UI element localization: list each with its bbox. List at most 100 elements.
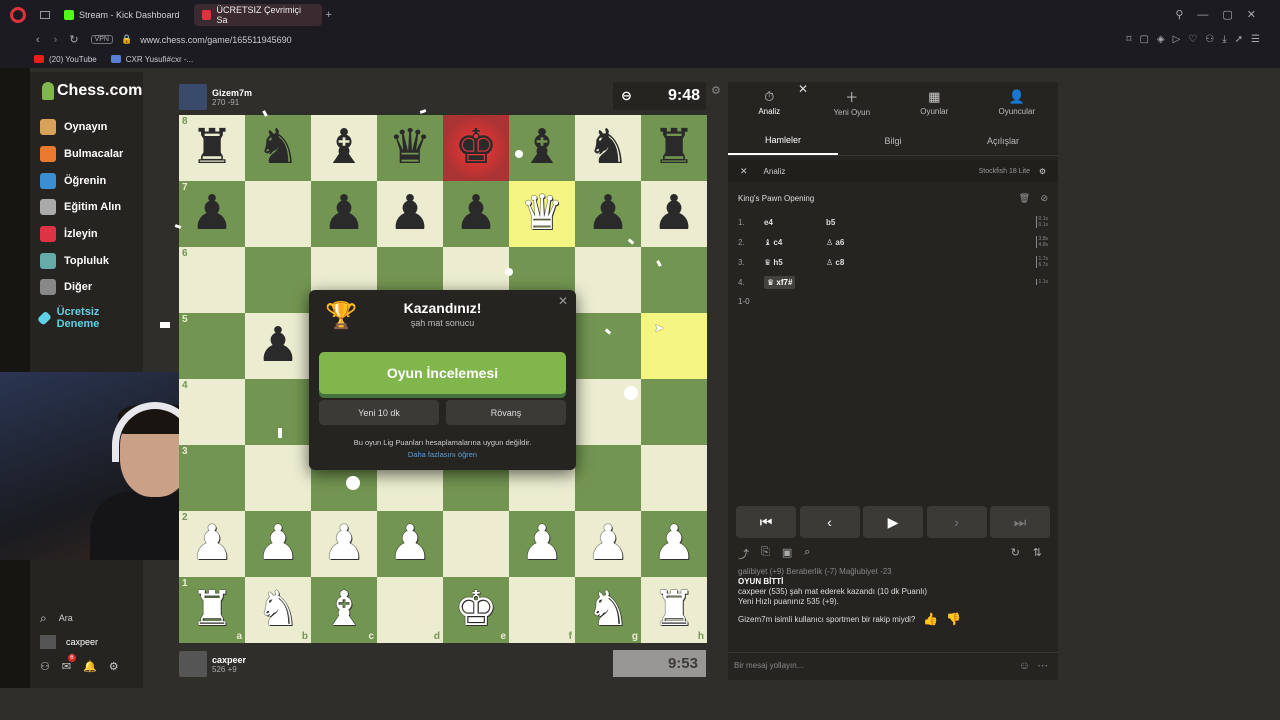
black-pawn-icon[interactable]: ♟ bbox=[388, 190, 431, 238]
share-icon[interactable]: ⤴ bbox=[738, 546, 749, 562]
white-move[interactable]: ♛ xf7# bbox=[764, 275, 796, 289]
square-g7[interactable]: ♟ bbox=[575, 181, 641, 247]
square-d2[interactable]: ♟ bbox=[377, 511, 443, 577]
bottom-player-avatar[interactable] bbox=[179, 651, 207, 677]
white-pawn-icon[interactable]: ♟ bbox=[322, 520, 365, 568]
close-icon[interactable]: ✕ bbox=[558, 294, 568, 308]
tab-games[interactable]: ▦ Oyunlar bbox=[893, 82, 976, 122]
square-h6[interactable] bbox=[641, 247, 707, 313]
tab-chess[interactable]: ÜCRETSIZ Çevrimiçi Sa bbox=[193, 3, 322, 26]
square-h8[interactable]: ♜ bbox=[641, 115, 707, 181]
square-h2[interactable]: ♟ bbox=[641, 511, 707, 577]
rematch-button[interactable]: Rövanş bbox=[446, 400, 566, 425]
square-c1[interactable]: c ♝ bbox=[311, 577, 377, 643]
black-pawn-icon[interactable]: ♟ bbox=[190, 190, 233, 238]
block-icon[interactable]: ⊘ bbox=[1040, 193, 1048, 204]
white-rook-icon[interactable]: ♜ bbox=[652, 586, 695, 634]
white-move[interactable]: ♛ h5 bbox=[764, 258, 826, 267]
square-c8[interactable]: ♝ bbox=[311, 115, 377, 181]
square-c7[interactable]: ♟ bbox=[311, 181, 377, 247]
next-move-button[interactable]: › bbox=[926, 506, 987, 538]
last-move-button[interactable]: ⏭ bbox=[990, 506, 1050, 538]
square-c2[interactable]: ♟ bbox=[311, 511, 377, 577]
square-g3[interactable] bbox=[575, 445, 641, 511]
tab-moves[interactable]: Hamleler bbox=[728, 126, 838, 155]
white-pawn-icon[interactable]: ♟ bbox=[388, 520, 431, 568]
black-move[interactable]: b5 bbox=[826, 218, 888, 227]
black-pawn-icon[interactable]: ♟ bbox=[454, 190, 497, 238]
black-bishop-icon[interactable]: ♝ bbox=[520, 124, 563, 172]
bell-icon[interactable]: 🔔 bbox=[83, 660, 109, 673]
black-rook-icon[interactable]: ♜ bbox=[652, 124, 695, 172]
square-e1[interactable]: e ♚ bbox=[443, 577, 509, 643]
square-b6[interactable] bbox=[245, 247, 311, 313]
engine-settings-icon[interactable]: ⚙ bbox=[1039, 167, 1046, 176]
sidebar-item-more[interactable]: Diğer bbox=[40, 274, 140, 301]
black-knight-icon[interactable]: ♞ bbox=[586, 124, 629, 172]
bookmark-cxr[interactable]: CXR Yusufi#cxr -... bbox=[110, 55, 193, 64]
game-review-button[interactable]: Oyun İncelemesi bbox=[319, 352, 566, 394]
square-a2[interactable]: 2 ♟ bbox=[179, 511, 245, 577]
tab-players[interactable]: 👤 Oyuncular bbox=[976, 82, 1059, 122]
square-h3[interactable] bbox=[641, 445, 707, 511]
square-f8[interactable]: ♝ bbox=[509, 115, 575, 181]
white-pawn-icon[interactable]: ♟ bbox=[190, 520, 233, 568]
square-b3[interactable] bbox=[245, 445, 311, 511]
friends-icon[interactable]: ⚇ bbox=[40, 660, 62, 673]
white-move[interactable]: ♝ c4 bbox=[764, 238, 826, 247]
black-pawn-icon[interactable]: ♟ bbox=[652, 190, 695, 238]
download-icon[interactable]: ⎘ bbox=[761, 546, 770, 562]
square-g8[interactable]: ♞ bbox=[575, 115, 641, 181]
sidebar-item-watch[interactable]: İzleyin bbox=[40, 221, 140, 248]
white-pawn-icon[interactable]: ♟ bbox=[256, 520, 299, 568]
white-bishop-icon[interactable]: ♝ bbox=[322, 586, 365, 634]
black-pawn-icon[interactable]: ♟ bbox=[322, 190, 365, 238]
flip-board-icon[interactable]: ⇅ bbox=[1033, 546, 1042, 559]
tab-kick-dashboard[interactable]: Stream - Kick Dashboard bbox=[56, 4, 188, 26]
square-f2[interactable]: ♟ bbox=[509, 511, 575, 577]
square-d8[interactable]: ♛ bbox=[377, 115, 443, 181]
square-e8[interactable]: ♚ bbox=[443, 115, 509, 181]
square-h5[interactable] bbox=[641, 313, 707, 379]
square-a7[interactable]: 7 ♟ bbox=[179, 181, 245, 247]
black-pawn-icon[interactable]: ♟ bbox=[586, 190, 629, 238]
reload-icon[interactable]: ↻ bbox=[69, 33, 78, 46]
sidebar-icons[interactable]: ⚇ ✉ 6 🔔 ⚙ bbox=[40, 653, 140, 678]
workspace-icon[interactable] bbox=[40, 10, 50, 19]
messages-icon[interactable]: ✉ 6 bbox=[62, 653, 83, 673]
square-a5[interactable]: 5 bbox=[179, 313, 245, 379]
square-b5[interactable]: ♟ bbox=[245, 313, 311, 379]
image-icon[interactable]: ▣ bbox=[782, 546, 792, 562]
tab-new-game[interactable]: ＋ Yeni Oyun bbox=[811, 82, 894, 122]
refresh-icon[interactable]: ↻ bbox=[1011, 546, 1020, 559]
sidebar-item-free-trial[interactable]: Ücretsiz Deneme bbox=[37, 301, 120, 335]
black-pawn-icon[interactable]: ♟ bbox=[256, 322, 299, 370]
black-rook-icon[interactable]: ♜ bbox=[190, 124, 233, 172]
black-king-icon[interactable]: ♚ bbox=[454, 124, 497, 172]
white-move[interactable]: e4 bbox=[764, 218, 826, 227]
white-knight-icon[interactable]: ♞ bbox=[586, 586, 629, 634]
white-knight-icon[interactable]: ♞ bbox=[256, 586, 299, 634]
square-a3[interactable]: 3 bbox=[179, 445, 245, 511]
chess-logo[interactable]: Chess.com bbox=[42, 82, 142, 100]
top-player-name[interactable]: Gizem7m bbox=[212, 88, 252, 98]
learn-more-link[interactable]: Daha fazlasını öğren bbox=[309, 450, 576, 459]
white-king-icon[interactable]: ♚ bbox=[454, 586, 497, 634]
thumbs-up-icon[interactable]: 👍 bbox=[923, 612, 938, 626]
square-e2[interactable] bbox=[443, 511, 509, 577]
square-b2[interactable]: ♟ bbox=[245, 511, 311, 577]
play-button[interactable]: ▶ bbox=[863, 506, 923, 538]
new-tab-button[interactable]: + bbox=[326, 9, 332, 21]
sidebar-search[interactable]: ⌕ Ara bbox=[40, 606, 140, 630]
tab-openings[interactable]: Açılışlar bbox=[948, 126, 1058, 155]
square-a6[interactable]: 6 bbox=[179, 247, 245, 313]
browser-extensions[interactable]: ⌑▢◈▷♡⚇⤓➚☰ bbox=[1126, 34, 1268, 45]
square-a8[interactable]: 8 ♜ bbox=[179, 115, 245, 181]
square-a1[interactable]: 1 a ♜ bbox=[179, 577, 245, 643]
new-game-button[interactable]: Yeni 10 dk bbox=[319, 400, 439, 425]
white-queen-icon[interactable]: ♛ bbox=[520, 190, 563, 238]
forward-icon[interactable]: › bbox=[54, 34, 58, 46]
black-bishop-icon[interactable]: ♝ bbox=[322, 124, 365, 172]
square-g1[interactable]: g ♞ bbox=[575, 577, 641, 643]
square-g5[interactable] bbox=[575, 313, 641, 379]
